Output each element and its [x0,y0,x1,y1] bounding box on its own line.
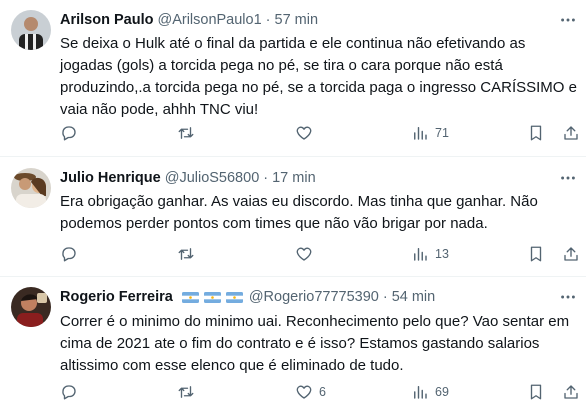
reply-icon [62,247,76,262]
share-button[interactable] [562,244,580,264]
analytics-icon [414,248,427,261]
bookmark-button[interactable] [527,382,545,402]
views-button[interactable]: 69 [411,382,449,402]
reply-button[interactable] [60,382,84,402]
retweet-button[interactable] [177,382,201,402]
bookmark-icon [530,246,542,262]
separator-dot: · [382,289,388,305]
tweet-actions: 71 [60,123,582,143]
view-count: 13 [435,247,449,261]
like-button[interactable] [295,244,319,264]
argentina-flag-icon [203,291,221,303]
share-icon [564,126,578,140]
author-handle[interactable]: @Rogerio77775390 [249,289,379,305]
author-name[interactable]: Arilson Paulo [60,12,153,28]
bookmark-button[interactable] [527,123,545,143]
avatar[interactable] [11,287,51,327]
views-button[interactable]: 71 [411,123,449,143]
bookmark-icon [530,125,542,141]
tweet-text: Se deixa o Hulk até o final da partida e… [60,35,577,118]
analytics-icon [414,127,427,140]
retweet-icon [178,127,194,139]
tweet-header: Julio Henrique @JulioS56800 · 17 min [60,168,316,188]
views-button[interactable]: 13 [411,244,449,264]
timestamp[interactable]: 57 min [275,12,319,28]
more-options-icon[interactable] [558,287,578,307]
like-button[interactable] [295,123,319,143]
author-handle[interactable]: @JulioS56800 [165,170,260,186]
share-button[interactable] [562,123,580,143]
timestamp[interactable]: 54 min [392,289,436,305]
timestamp[interactable]: 17 min [272,170,316,186]
bookmark-button[interactable] [527,244,545,264]
author-name[interactable]: Rogerio Ferreira [60,289,173,305]
share-icon [564,385,578,399]
argentina-flag-icon [181,291,199,303]
tweet-header: Arilson Paulo @ArilsonPaulo1 · 57 min [60,10,318,30]
reply-button[interactable] [60,123,84,143]
author-name[interactable]: Julio Henrique [60,170,161,186]
author-handle[interactable]: @ArilsonPaulo1 [157,12,261,28]
analytics-icon [414,386,427,399]
more-options-icon[interactable] [558,10,578,30]
share-button[interactable] [562,382,580,402]
tweet-card[interactable]: Rogerio Ferreira @Rogerio77775390 · 54 m… [0,277,586,409]
tweet-text: Era obrigação ganhar. As vaias eu discor… [60,193,538,232]
tweet-card[interactable]: Arilson Paulo @ArilsonPaulo1 · 57 min Se… [0,0,586,157]
heart-icon [296,126,312,140]
retweet-icon [178,248,194,260]
tweet-actions: 6 69 [60,382,582,402]
view-count: 69 [435,385,449,399]
like-count: 6 [319,385,326,399]
tweet-header: Rogerio Ferreira @Rogerio77775390 · 54 m… [60,287,435,307]
avatar[interactable] [11,10,51,50]
bookmark-icon [530,384,542,400]
retweet-icon [178,386,194,398]
reply-icon [62,126,76,141]
more-options-icon[interactable] [558,168,578,188]
share-icon [564,247,578,261]
avatar[interactable] [11,168,51,208]
like-button[interactable]: 6 [295,382,326,402]
tweet-text: Correr é o minimo do minimo uai. Reconhe… [60,313,570,374]
tweet-actions: 13 [60,244,582,264]
heart-icon [296,247,312,261]
argentina-flag-icon [225,291,243,303]
tweet-card[interactable]: Julio Henrique @JulioS56800 · 17 min Era… [0,157,586,277]
reply-icon [62,385,76,400]
retweet-button[interactable] [177,244,201,264]
heart-icon [296,385,312,399]
separator-dot: · [265,12,271,28]
separator-dot: · [263,170,269,186]
retweet-button[interactable] [177,123,201,143]
view-count: 71 [435,126,449,140]
reply-button[interactable] [60,244,84,264]
